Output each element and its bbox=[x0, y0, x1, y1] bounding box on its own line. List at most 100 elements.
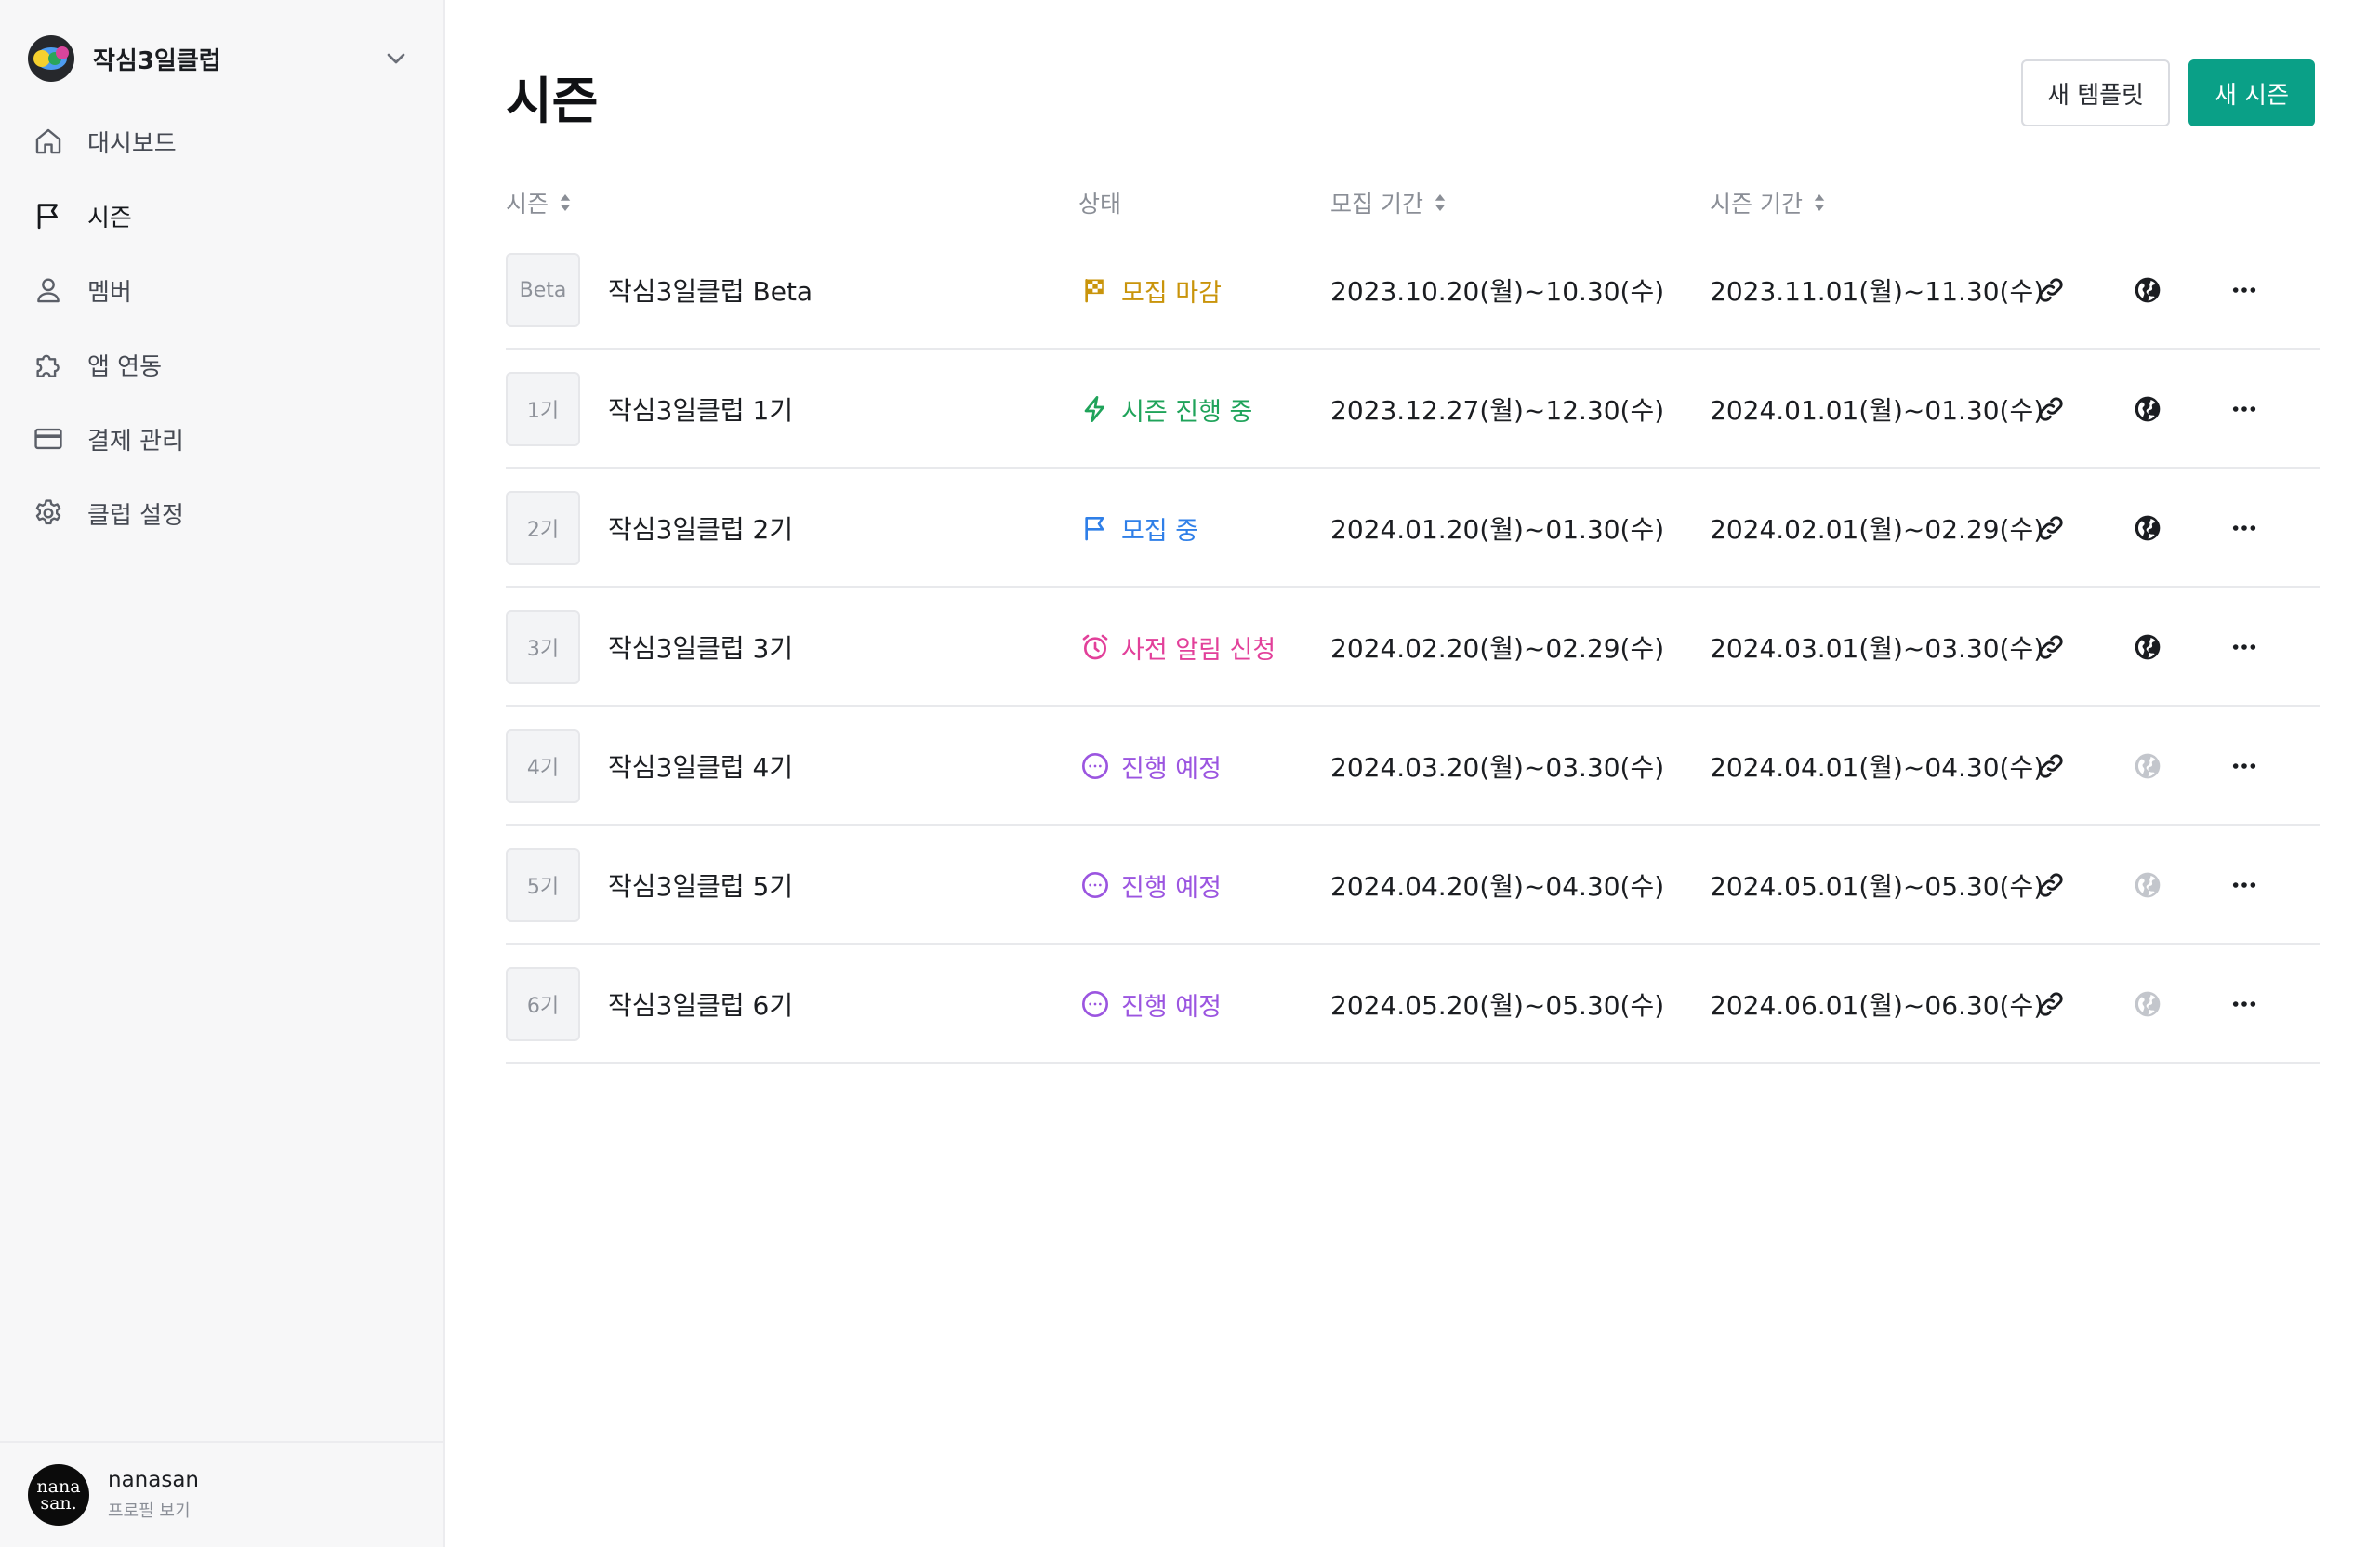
table-row[interactable]: 5기 작심3일클럽 5기 진행 예정 2024.04.20(월)~04.30(수) 20… bbox=[506, 826, 2320, 945]
more-options-icon[interactable] bbox=[2222, 625, 2267, 669]
chevron-down-icon bbox=[387, 53, 405, 64]
status-badge: 모집 마감 bbox=[1078, 231, 1222, 350]
column-header-label: 시즌 bbox=[506, 191, 549, 218]
sidebar-item-billing[interactable]: 결제 관리 bbox=[0, 402, 445, 476]
user-icon bbox=[32, 273, 65, 307]
status-badge: 진행 예정 bbox=[1078, 707, 1222, 826]
globe-icon[interactable] bbox=[2125, 387, 2170, 431]
column-header-status: 상태 bbox=[1078, 186, 1121, 219]
sidebar-item-label: 앱 연동 bbox=[87, 352, 163, 381]
recruit-period: 2024.05.20(월)~05.30(수) bbox=[1330, 990, 1665, 1021]
status-label: 모집 마감 bbox=[1121, 278, 1222, 308]
more-options-icon[interactable] bbox=[2222, 268, 2267, 312]
table-body: Beta 작심3일클럽 Beta 모집 마감 2023.10.20(월)~10.30(… bbox=[506, 231, 2320, 1064]
sidebar-item-label: 결제 관리 bbox=[87, 427, 184, 456]
link-icon[interactable] bbox=[2029, 625, 2073, 669]
new-season-button[interactable]: 새 시즌 bbox=[2188, 60, 2315, 126]
link-icon[interactable] bbox=[2029, 863, 2073, 907]
season-thumbnail: 4기 bbox=[506, 729, 580, 803]
sort-icon bbox=[1814, 194, 1825, 211]
status-badge: 시즌 진행 중 bbox=[1078, 350, 1252, 469]
season-cell[interactable]: 3기 작심3일클럽 3기 bbox=[506, 588, 793, 707]
avatar: nana san. bbox=[28, 1464, 89, 1526]
globe-icon[interactable] bbox=[2125, 268, 2170, 312]
recruit-period: 2023.12.27(월)~12.30(수) bbox=[1330, 395, 1665, 426]
sidebar-item-seasons[interactable]: 시즌 bbox=[0, 178, 445, 253]
sidebar-item-integrations[interactable]: 앱 연동 bbox=[0, 327, 445, 402]
season-cell[interactable]: Beta 작심3일클럽 Beta bbox=[506, 231, 813, 350]
season-period: 2024.05.01(월)~05.30(수) bbox=[1710, 871, 2044, 902]
column-header-label: 모집 기간 bbox=[1330, 191, 1423, 218]
lightning-icon bbox=[1078, 392, 1112, 426]
column-header-season[interactable]: 시즌 bbox=[506, 186, 573, 219]
season-name: 작심3일클럽 3기 bbox=[608, 633, 794, 664]
flag-icon bbox=[32, 199, 65, 232]
season-thumbnail: 2기 bbox=[506, 491, 580, 565]
table-row[interactable]: 3기 작심3일클럽 3기 사전 알림 신청 2024.02.20(월)~02.29(수… bbox=[506, 588, 2320, 707]
season-name: 작심3일클럽 6기 bbox=[608, 990, 794, 1021]
more-options-icon[interactable] bbox=[2222, 982, 2267, 1026]
alarm-clock-icon bbox=[1078, 630, 1112, 664]
main-content: 시즌 새 템플릿 새 시즌 시즌 상태 모집 기간 시즌 기간 Beta 작심3일… bbox=[445, 0, 2380, 1547]
sidebar: 작심3일클럽 대시보드 시즌 멤버 앱 연동 결제 관리 클럽 설정 nana … bbox=[0, 0, 445, 1547]
column-header-season-period[interactable]: 시즌 기간 bbox=[1710, 186, 1827, 219]
recruit-period: 2024.02.20(월)~02.29(수) bbox=[1330, 633, 1665, 664]
link-icon[interactable] bbox=[2029, 982, 2073, 1026]
table-row[interactable]: 4기 작심3일클럽 4기 진행 예정 2024.03.20(월)~03.30(수) 20… bbox=[506, 707, 2320, 826]
sidebar-item-dashboard[interactable]: 대시보드 bbox=[0, 104, 445, 178]
season-cell[interactable]: 2기 작심3일클럽 2기 bbox=[506, 469, 793, 588]
season-period: 2024.06.01(월)~06.30(수) bbox=[1710, 990, 2044, 1021]
season-cell[interactable]: 4기 작심3일클럽 4기 bbox=[506, 707, 793, 826]
more-options-icon[interactable] bbox=[2222, 506, 2267, 550]
column-header-recruit-period[interactable]: 모집 기간 bbox=[1330, 186, 1448, 219]
club-name: 작심3일클럽 bbox=[93, 46, 221, 75]
view-profile-link[interactable]: 프로필 보기 bbox=[108, 1498, 199, 1522]
recruit-period: 2023.10.20(월)~10.30(수) bbox=[1330, 276, 1665, 307]
dots-circle-icon bbox=[1078, 868, 1112, 902]
link-icon[interactable] bbox=[2029, 387, 2073, 431]
season-thumbnail: 1기 bbox=[506, 372, 580, 446]
season-name: 작심3일클럽 Beta bbox=[608, 276, 813, 307]
more-options-icon[interactable] bbox=[2222, 744, 2267, 788]
sidebar-nav: 대시보드 시즌 멤버 앱 연동 결제 관리 클럽 설정 bbox=[0, 104, 445, 550]
new-template-button[interactable]: 새 템플릿 bbox=[2021, 60, 2170, 126]
sort-icon bbox=[1435, 194, 1446, 211]
credit-card-icon bbox=[32, 422, 65, 456]
season-cell[interactable]: 6기 작심3일클럽 6기 bbox=[506, 945, 793, 1064]
sidebar-item-members[interactable]: 멤버 bbox=[0, 253, 445, 327]
club-switcher[interactable]: 작심3일클럽 bbox=[28, 33, 415, 84]
season-name: 작심3일클럽 1기 bbox=[608, 395, 794, 426]
puzzle-icon bbox=[32, 348, 65, 381]
link-icon[interactable] bbox=[2029, 744, 2073, 788]
column-header-label: 시즌 기간 bbox=[1710, 191, 1803, 218]
link-icon[interactable] bbox=[2029, 506, 2073, 550]
globe-icon[interactable] bbox=[2125, 982, 2170, 1026]
club-logo bbox=[28, 35, 74, 82]
dots-circle-icon bbox=[1078, 987, 1112, 1021]
sidebar-item-settings[interactable]: 클럽 설정 bbox=[0, 476, 445, 550]
more-options-icon[interactable] bbox=[2222, 387, 2267, 431]
table-row[interactable]: Beta 작심3일클럽 Beta 모집 마감 2023.10.20(월)~10.30(… bbox=[506, 231, 2320, 350]
table-row[interactable]: 6기 작심3일클럽 6기 진행 예정 2024.05.20(월)~05.30(수) 20… bbox=[506, 945, 2320, 1064]
globe-icon[interactable] bbox=[2125, 506, 2170, 550]
table-row[interactable]: 2기 작심3일클럽 2기 모집 중 2024.01.20(월)~01.30(수) 202… bbox=[506, 469, 2320, 588]
globe-icon[interactable] bbox=[2125, 863, 2170, 907]
season-cell[interactable]: 1기 작심3일클럽 1기 bbox=[506, 350, 793, 469]
table-row[interactable]: 1기 작심3일클럽 1기 시즌 진행 중 2023.12.27(월)~12.30(수)… bbox=[506, 350, 2320, 469]
season-cell[interactable]: 5기 작심3일클럽 5기 bbox=[506, 826, 793, 945]
season-thumbnail: 5기 bbox=[506, 848, 580, 922]
profile-name: nanasan bbox=[108, 1468, 199, 1492]
link-icon[interactable] bbox=[2029, 268, 2073, 312]
season-period: 2024.03.01(월)~03.30(수) bbox=[1710, 633, 2044, 664]
profile-section[interactable]: nana san. nanasan 프로필 보기 bbox=[0, 1441, 443, 1547]
sidebar-item-label: 시즌 bbox=[87, 204, 132, 232]
table-header: 시즌 상태 모집 기간 시즌 기간 bbox=[506, 173, 2320, 231]
recruit-period: 2024.01.20(월)~01.30(수) bbox=[1330, 514, 1665, 545]
page-title: 시즌 bbox=[506, 72, 599, 130]
season-name: 작심3일클럽 4기 bbox=[608, 752, 794, 783]
seasons-table: 시즌 상태 모집 기간 시즌 기간 Beta 작심3일클럽 Beta 모집 마감 20… bbox=[506, 173, 2320, 1064]
dots-circle-icon bbox=[1078, 749, 1112, 783]
globe-icon[interactable] bbox=[2125, 625, 2170, 669]
globe-icon[interactable] bbox=[2125, 744, 2170, 788]
more-options-icon[interactable] bbox=[2222, 863, 2267, 907]
